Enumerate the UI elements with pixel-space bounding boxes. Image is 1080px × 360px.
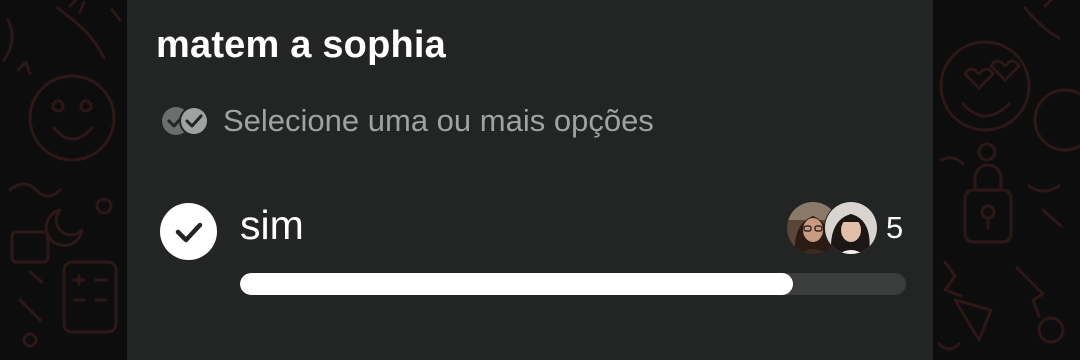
poll-hint: Selecione uma ou mais opções [160, 101, 654, 141]
avatar [824, 201, 878, 255]
poll-message-bubble: matem a sophia Selecione uma ou mais opç… [127, 0, 933, 360]
option-label: sim [240, 202, 304, 248]
chat-wallpaper-right [933, 0, 1080, 360]
poll-hint-text: Selecione uma ou mais opções [223, 103, 654, 138]
poll-question: matem a sophia [156, 24, 447, 66]
poll-option[interactable]: sim 5 [160, 196, 906, 300]
option-checkbox[interactable] [160, 203, 217, 260]
chat-wallpaper-left [0, 0, 127, 360]
vote-count: 5 [886, 210, 904, 245]
vote-progress-bar [240, 273, 906, 295]
voter-avatars[interactable] [786, 201, 880, 255]
double-check-icon [160, 103, 212, 139]
check-icon [175, 222, 203, 243]
vote-progress-fill [240, 273, 793, 295]
